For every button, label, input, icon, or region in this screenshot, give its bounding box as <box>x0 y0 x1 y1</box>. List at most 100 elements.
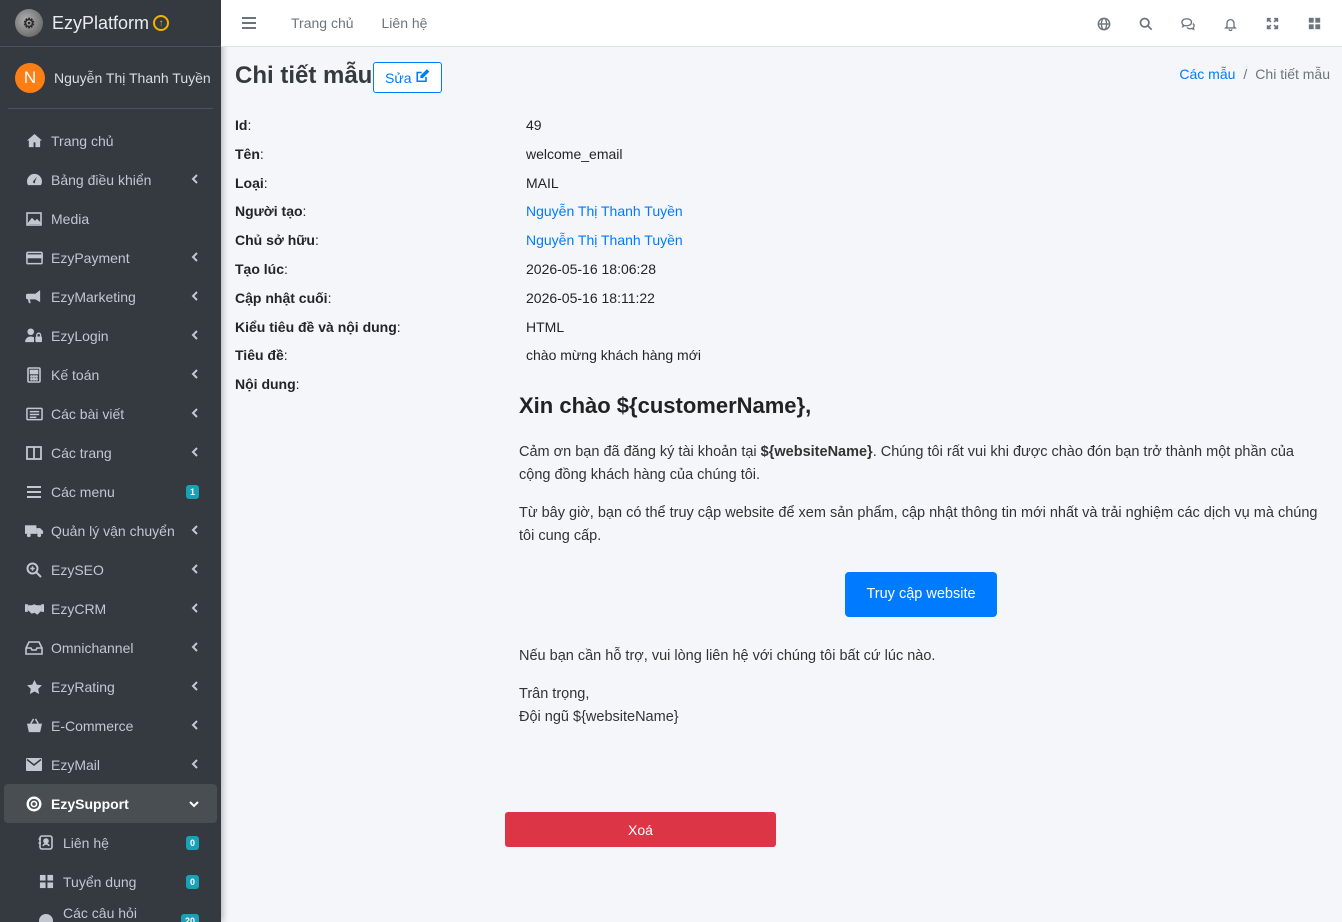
detail-colon: : <box>396 318 401 335</box>
detail-row: Kiểu tiêu đề và nội dung: HTML <box>235 318 564 335</box>
detail-label: Người tạo <box>235 203 303 220</box>
sidebar-item-16[interactable]: EzyMail <box>4 745 217 784</box>
home-icon <box>24 132 44 150</box>
top-link-contact[interactable]: Liên hệ <box>382 15 428 31</box>
sidebar-item-11[interactable]: EzySEO <box>4 550 217 589</box>
sidebar-item-label: EzyRating <box>51 678 115 695</box>
truck-icon <box>24 522 44 540</box>
detail-label: Tạo lúc <box>235 261 285 277</box>
sidebar-item-label: Các trang <box>51 444 112 461</box>
menu-toggle-icon[interactable] <box>242 17 256 29</box>
email-paragraph-3: Nếu bạn cần hỗ trợ, vui lòng liên hệ với… <box>519 648 936 664</box>
sidebar-item-label: EzyCRM <box>51 600 107 617</box>
sidebar-item-label: E-Commerce <box>51 717 134 734</box>
detail-label: Kiểu tiêu đề và nội dung <box>235 318 397 335</box>
bell-icon[interactable] <box>1222 16 1238 32</box>
sidebar-item-10[interactable]: Quản lý vận chuyển <box>4 511 217 550</box>
bars-icon <box>24 483 44 501</box>
count-badge: 20 <box>180 913 199 922</box>
email-p1-bold: ${websiteName} <box>760 444 873 460</box>
chevron-left-icon <box>191 446 199 460</box>
detail-value: 2026-05-16 18:11:22 <box>526 289 655 306</box>
chevron-left-icon <box>191 758 199 772</box>
detail-row: Tên: welcome_email <box>235 145 622 162</box>
user-name[interactable]: Nguyễn Thị Thanh Tuyền <box>54 70 211 86</box>
email-team: Đội ngũ ${websiteName} <box>519 709 679 725</box>
sidebar-item-0[interactable]: Trang chủ <box>4 121 217 160</box>
detail-colon: : <box>327 289 332 306</box>
sidebar-item-label: Tuyển dụng <box>63 873 137 890</box>
globe-icon[interactable] <box>1096 16 1112 32</box>
search-plus-icon <box>24 561 44 579</box>
detail-label: Id <box>235 117 248 133</box>
sidebar-item-6[interactable]: Kế toán <box>4 355 217 394</box>
edit-button[interactable]: Sửa <box>373 62 442 93</box>
sidebar-item-9[interactable]: Các menu 1 <box>4 472 217 511</box>
envelope-icon <box>24 756 44 774</box>
sidebar-item-12[interactable]: EzyCRM <box>4 589 217 628</box>
detail-label: Tên <box>235 145 260 162</box>
sidebar-subitem-0[interactable]: Liên hệ 0 <box>4 823 217 862</box>
detail-value[interactable]: Nguyễn Thị Thanh Tuyền <box>526 203 683 219</box>
sidebar-item-8[interactable]: Các trang <box>4 433 217 472</box>
sidebar-item-17[interactable]: EzySupport <box>4 784 217 823</box>
image-icon <box>24 210 44 228</box>
visit-website-button[interactable]: Truy cập website <box>845 572 997 617</box>
comments-icon[interactable] <box>1180 16 1196 32</box>
sidebar: ⚙ EzyPlatform ↑ N Nguyễn Thị Thanh Tuyền… <box>0 0 221 922</box>
columns-icon <box>24 444 44 462</box>
sidebar-item-14[interactable]: EzyRating <box>4 667 217 706</box>
sidebar-item-label: Liên hệ <box>63 834 109 851</box>
chevron-left-icon <box>191 407 199 421</box>
arrow-up-circle-icon[interactable]: ↑ <box>153 15 170 31</box>
detail-colon: : <box>302 203 307 220</box>
top-icons <box>1096 0 1322 47</box>
sidebar-item-label: EzySupport <box>51 795 129 812</box>
sidebar-item-7[interactable]: Các bài viết <box>4 394 217 433</box>
email-p1-text: Cảm ơn bạn đã đăng ký tài khoản tại <box>519 444 761 460</box>
sidebar-subitem-2[interactable]: Các câu hỏi thường 20 <box>4 901 217 922</box>
chevron-left-icon <box>191 251 199 265</box>
detail-row: Chủ sở hữu: Nguyễn Thị Thanh Tuyền <box>235 232 683 248</box>
detail-row: Loại: MAIL <box>235 174 559 191</box>
sidebar-item-2[interactable]: Media <box>4 199 217 238</box>
detail-row: Cập nhật cuối: 2026-05-16 18:11:22 <box>235 289 655 306</box>
detail-row: Nội dung: <box>235 376 300 392</box>
sidebar-item-15[interactable]: E-Commerce <box>4 706 217 745</box>
sidebar-item-1[interactable]: Bảng điều khiển <box>4 160 217 199</box>
chevron-left-icon <box>191 680 199 694</box>
sidebar-subitem-1[interactable]: Tuyển dụng 0 <box>4 862 217 901</box>
sidebar-item-label: EzyMail <box>51 756 101 773</box>
sidebar-item-3[interactable]: EzyPayment <box>4 238 217 277</box>
expand-icon[interactable] <box>1264 16 1280 32</box>
sidebar-item-4[interactable]: EzyMarketing <box>4 277 217 316</box>
detail-value[interactable]: Nguyễn Thị Thanh Tuyền <box>526 232 683 248</box>
email-paragraph-1: Cảm ơn bạn đã đăng ký tài khoản tại ${we… <box>519 441 1319 487</box>
sidebar-item-5[interactable]: EzyLogin <box>4 316 217 355</box>
chevron-left-icon <box>191 329 199 343</box>
delete-button[interactable]: Xoá <box>505 812 776 847</box>
th-large-icon[interactable] <box>1306 16 1322 32</box>
email-signoff: Trân trọng, <box>519 686 590 702</box>
detail-colon: : <box>263 174 268 191</box>
detail-value: 2026-05-16 18:06:28 <box>526 261 656 277</box>
sidebar-item-13[interactable]: Omnichannel <box>4 628 217 667</box>
top-link-home[interactable]: Trang chủ <box>291 15 354 31</box>
detail-label: Tiêu đề <box>235 347 284 364</box>
detail-row: Id: 49 <box>235 117 542 133</box>
user-panel[interactable]: N Nguyễn Thị Thanh Tuyền <box>8 47 213 109</box>
credit-card-icon <box>24 249 44 267</box>
bullhorn-icon <box>24 288 44 306</box>
brand-link[interactable]: ⚙ EzyPlatform ↑ <box>0 0 221 47</box>
breadcrumb-templates-link[interactable]: Các mẫu <box>1179 66 1235 82</box>
search-icon[interactable] <box>1138 16 1154 32</box>
breadcrumb-separator: / <box>1243 66 1248 82</box>
email-signature: Trân trọng, Đội ngũ ${websiteName} <box>519 683 1319 729</box>
chevron-left-icon <box>191 719 199 733</box>
sidebar-item-label: EzyMarketing <box>51 288 136 305</box>
top-navbar: Trang chủ Liên hệ <box>221 0 1342 47</box>
sidebar-item-label: Các menu <box>51 483 115 500</box>
email-paragraph-2: Từ bây giờ, bạn có thể truy cập website … <box>519 505 1318 544</box>
email-preview: Xin chào ${customerName}, Cảm ơn bạn đã … <box>519 393 1319 744</box>
chevron-left-icon <box>191 368 199 382</box>
